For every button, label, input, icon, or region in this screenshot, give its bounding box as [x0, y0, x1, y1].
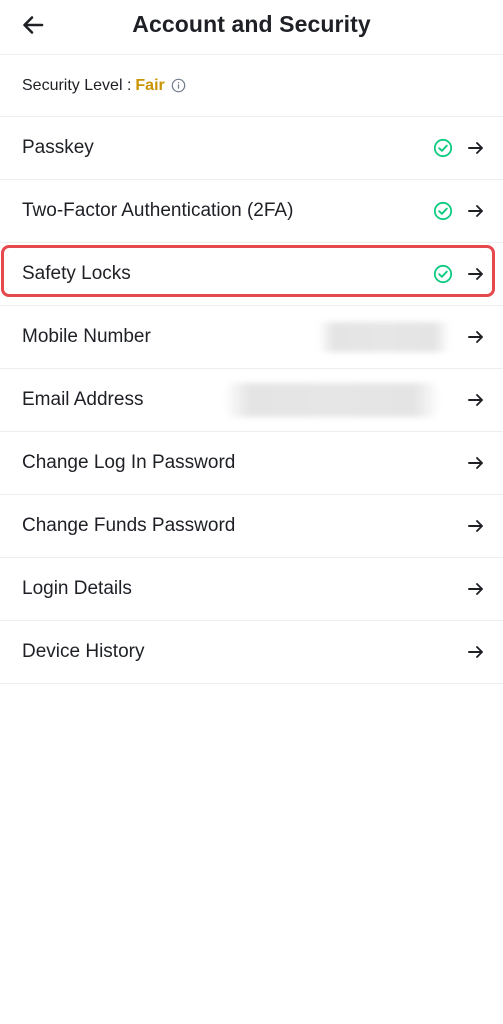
security-level-label: Security Level :	[22, 76, 132, 94]
arrow-right-icon	[468, 331, 483, 343]
arrow-right-icon	[468, 268, 483, 280]
arrow-right-icon	[468, 583, 483, 595]
arrow-right-icon	[468, 520, 483, 532]
arrow-right-icon	[468, 646, 483, 658]
arrow-right-icon	[468, 142, 483, 154]
arrow-right-icon	[468, 205, 483, 217]
change-login-password-label: Change Log In Password	[22, 452, 236, 473]
change-login-password-row[interactable]: Change Log In Password	[0, 432, 503, 495]
check-circle-icon	[433, 264, 453, 284]
device-history-row[interactable]: Device History	[0, 621, 503, 684]
security-level-value: Fair	[135, 76, 165, 94]
email-address-row[interactable]: Email Address	[0, 369, 503, 432]
check-circle-icon	[433, 201, 453, 221]
passkey-row[interactable]: Passkey	[0, 117, 503, 180]
change-funds-password-label: Change Funds Password	[22, 515, 236, 536]
settings-list: Passkey Two-Factor Authentication (2FA) …	[0, 117, 503, 684]
redacted-mobile-number	[318, 322, 450, 352]
passkey-label: Passkey	[22, 137, 94, 158]
page-title: Account and Security	[132, 11, 371, 37]
arrow-right-icon	[468, 394, 483, 406]
info-icon[interactable]	[171, 78, 186, 93]
two-factor-authentication-row[interactable]: Two-Factor Authentication (2FA)	[0, 180, 503, 243]
mobile-number-label: Mobile Number	[22, 326, 151, 347]
login-details-row[interactable]: Login Details	[0, 558, 503, 621]
safety-locks-label: Safety Locks	[22, 263, 131, 284]
arrow-right-icon	[468, 457, 483, 469]
redacted-email-address	[224, 383, 440, 417]
safety-locks-row[interactable]: Safety Locks	[0, 243, 503, 306]
change-funds-password-row[interactable]: Change Funds Password	[0, 495, 503, 558]
security-level-row: Security Level : Fair	[0, 55, 503, 117]
two-factor-authentication-label: Two-Factor Authentication (2FA)	[22, 200, 294, 221]
device-history-label: Device History	[22, 641, 145, 662]
check-circle-icon	[433, 138, 453, 158]
email-address-label: Email Address	[22, 389, 144, 410]
login-details-label: Login Details	[22, 578, 132, 599]
mobile-number-row[interactable]: Mobile Number	[0, 306, 503, 369]
header: Account and Security	[0, 0, 503, 55]
